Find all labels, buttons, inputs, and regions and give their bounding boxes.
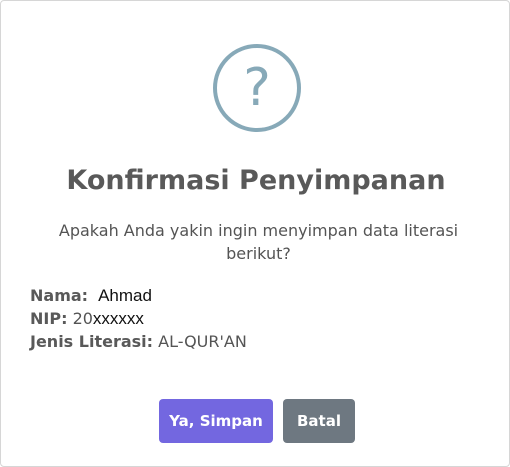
nip-prefix: 20 xyxy=(72,309,93,328)
detail-list: Nama: Ahmad NIP: 20xxxxxx Jenis Literasi:… xyxy=(30,284,247,353)
confirm-save-button[interactable]: Ya, Simpan xyxy=(159,399,273,443)
detail-row-nip: NIP: 20xxxxxx xyxy=(30,307,247,330)
literasi-value: AL-QUR'AN xyxy=(158,332,247,351)
nama-label: Nama: xyxy=(30,286,89,305)
detail-row-literasi: Jenis Literasi: AL-QUR'AN xyxy=(30,330,247,353)
nama-value: Ahmad xyxy=(98,286,152,305)
detail-row-nama: Nama: Ahmad xyxy=(30,284,247,307)
cancel-button[interactable]: Batal xyxy=(283,399,355,443)
literasi-label: Jenis Literasi: xyxy=(30,332,154,351)
dialog-title: Konfirmasi Penyimpanan xyxy=(66,165,446,196)
confirmation-dialog: ? Konfirmasi Penyimpanan Apakah Anda yak… xyxy=(0,0,510,467)
question-mark-icon: ? xyxy=(213,44,301,132)
nip-label: NIP: xyxy=(30,309,68,328)
nip-masked-value: xxxxxx xyxy=(92,309,144,328)
dialog-message: Apakah Anda yakin ingin menyimpan data l… xyxy=(58,221,459,263)
question-mark-glyph: ? xyxy=(243,58,271,118)
